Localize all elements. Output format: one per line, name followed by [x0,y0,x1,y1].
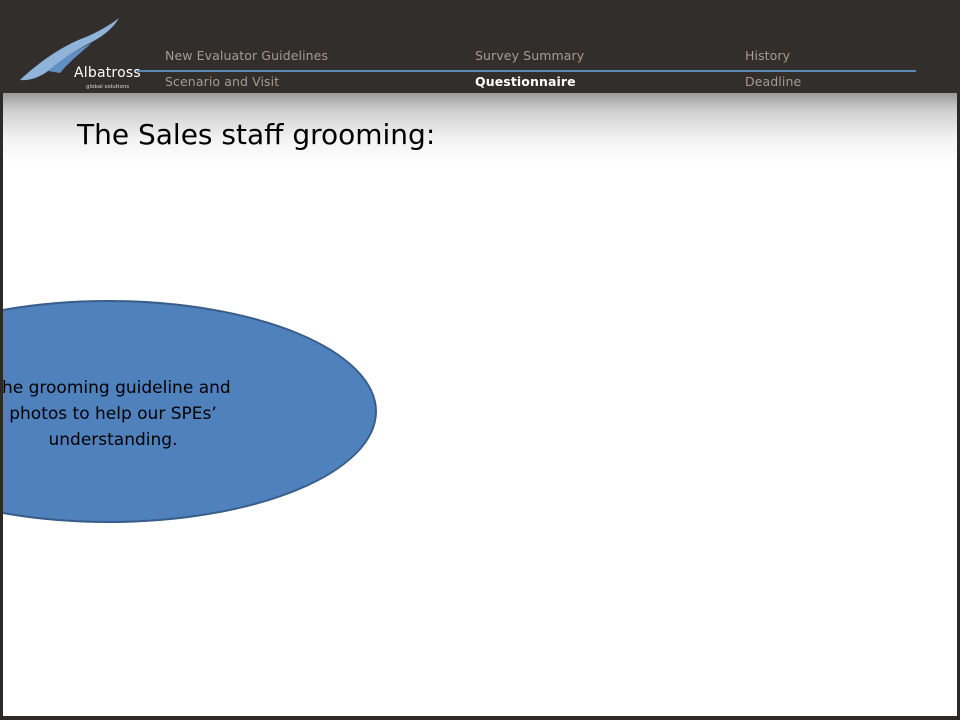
nav-deadline[interactable]: Deadline [745,74,801,89]
nav-survey-summary[interactable]: Survey Summary [475,48,584,63]
slide-frame: Albatross global solutions New Evaluator… [0,0,960,720]
nav-questionnaire[interactable]: Questionnaire [475,74,576,89]
callout-line: the grooming guideline and [3,378,231,398]
callout-line: photos to help our SPEs’ [9,404,217,424]
nav-scenario-and-visit[interactable]: Scenario and Visit [165,74,279,89]
logo-tagline: global solutions [86,84,130,90]
callout-line: understanding. [48,430,178,450]
logo-wordmark: Albatross [74,65,141,81]
nav-divider [137,70,916,72]
albatross-logo[interactable]: Albatross global solutions [18,15,141,90]
callout-text: the grooming guideline and photos to hel… [3,375,343,453]
header-bar: Albatross global solutions New Evaluator… [0,0,960,93]
slide-content: The Sales staff grooming: the grooming g… [3,93,957,716]
slide-title: The Sales staff grooming: [77,118,436,151]
nav-new-evaluator-guidelines[interactable]: New Evaluator Guidelines [165,48,328,63]
nav-history[interactable]: History [745,48,790,63]
